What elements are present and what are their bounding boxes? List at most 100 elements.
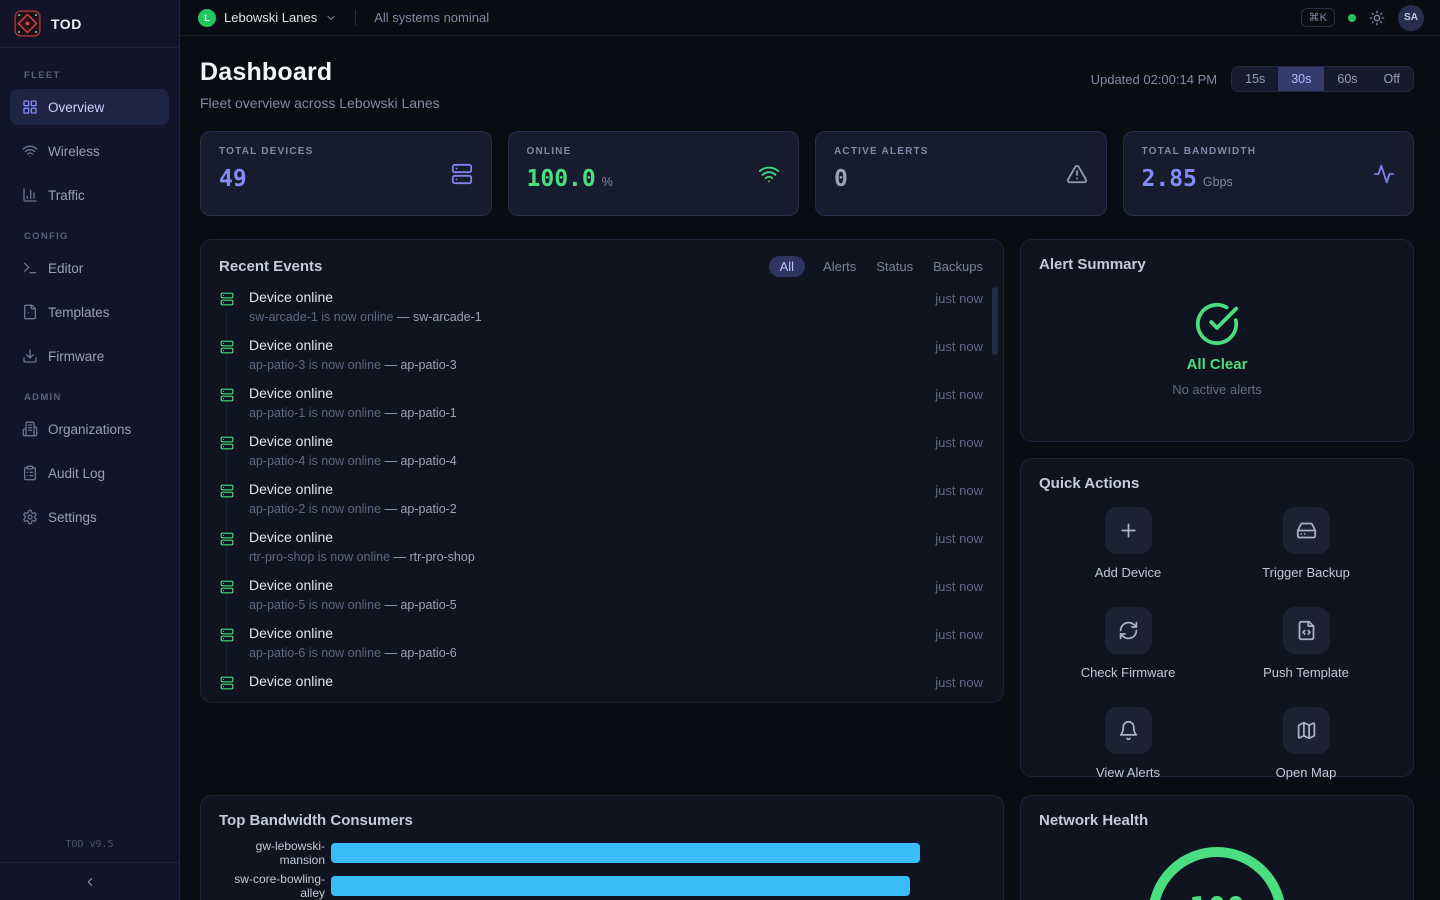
network-health-score: 100 bbox=[1189, 891, 1245, 900]
quick-action-check-firmware[interactable]: Check Firmware bbox=[1039, 607, 1217, 680]
system-status-text: All systems nominal bbox=[374, 10, 489, 25]
event-subtitle: ap-patio-4 is now online — ap-patio-4 bbox=[249, 454, 985, 468]
sidebar-item-wireless[interactable]: Wireless bbox=[10, 133, 169, 169]
quick-action-trigger-backup[interactable]: Trigger Backup bbox=[1217, 507, 1395, 580]
user-avatar[interactable]: SA bbox=[1398, 5, 1424, 31]
chevron-left-icon bbox=[83, 875, 97, 889]
stat-label: ACTIVE ALERTS bbox=[834, 146, 1088, 157]
refresh-icon bbox=[1118, 620, 1139, 641]
gear-icon bbox=[22, 509, 38, 525]
events-tab-alerts[interactable]: Alerts bbox=[821, 256, 858, 277]
bar-chart-icon bbox=[22, 187, 38, 203]
sidebar-item-editor[interactable]: Editor bbox=[10, 250, 169, 286]
server-icon bbox=[219, 483, 235, 499]
event-title: Device online bbox=[249, 625, 985, 641]
quick-action-open-map[interactable]: Open Map bbox=[1217, 707, 1395, 780]
quick-action-label: Push Template bbox=[1263, 665, 1349, 680]
stat-value: 0 bbox=[834, 166, 848, 192]
server-icon bbox=[219, 531, 235, 547]
event-time: just now bbox=[935, 675, 983, 690]
quick-actions-panel: Quick Actions Add Device Trigger Backup … bbox=[1020, 458, 1414, 777]
event-row: Device online rtr-pro-shop is now online… bbox=[219, 529, 985, 577]
refresh-option-30s[interactable]: 30s bbox=[1278, 67, 1324, 91]
server-icon bbox=[219, 435, 235, 451]
sun-icon[interactable] bbox=[1369, 10, 1385, 26]
sidebar-section-config: CONFIG Editor Templates Firmware bbox=[10, 221, 169, 374]
stat-card-total-bandwidth: TOTAL BANDWIDTH 2.85 Gbps bbox=[1123, 131, 1415, 216]
stat-label: TOTAL BANDWIDTH bbox=[1142, 146, 1396, 157]
building-icon bbox=[22, 421, 38, 437]
events-scrollbar[interactable] bbox=[992, 287, 998, 355]
event-row: Device online ap-patio-2 is now online —… bbox=[219, 481, 985, 529]
quick-action-label: Trigger Backup bbox=[1262, 565, 1350, 580]
sidebar-section-admin: ADMIN Organizations Audit Log Settings bbox=[10, 382, 169, 535]
logo-row: TOD bbox=[0, 0, 179, 48]
alert-status-text: All Clear bbox=[1187, 356, 1248, 373]
page-subtitle: Fleet overview across Lebowski Lanes bbox=[200, 95, 440, 111]
grid-icon bbox=[22, 99, 38, 115]
stat-card-total-devices: TOTAL DEVICES 49 bbox=[200, 131, 492, 216]
network-health-panel: Network Health 100 bbox=[1020, 795, 1414, 900]
event-title: Device online bbox=[249, 673, 985, 689]
bandwidth-device-label: gw-lebowski-mansion bbox=[219, 839, 331, 867]
sidebar-collapse-button[interactable] bbox=[0, 862, 179, 900]
refresh-option-15s[interactable]: 15s bbox=[1232, 67, 1278, 91]
event-row: Device online sw-arcade-1 is now online … bbox=[219, 289, 985, 337]
sidebar-footer: TOD v9.5 bbox=[0, 829, 179, 900]
quick-action-push-template[interactable]: Push Template bbox=[1217, 607, 1395, 680]
events-tab-all[interactable]: All bbox=[769, 256, 805, 277]
app-root: TOD FLEET Overview Wireless Traffic CONF… bbox=[0, 0, 1440, 900]
server-icon bbox=[219, 675, 235, 691]
event-time: just now bbox=[935, 339, 983, 354]
quick-action-view-alerts[interactable]: View Alerts bbox=[1039, 707, 1217, 780]
app-name: TOD bbox=[51, 16, 82, 32]
activity-icon bbox=[1373, 163, 1395, 185]
event-row: Device online ap-patio-5 is now online —… bbox=[219, 577, 985, 625]
server-icon bbox=[451, 163, 473, 185]
sidebar-item-overview[interactable]: Overview bbox=[10, 89, 169, 125]
event-title: Device online bbox=[249, 433, 985, 449]
recent-events-panel: Recent Events All Alerts Status Backups Dev… bbox=[200, 239, 1004, 703]
plus-icon bbox=[1118, 520, 1139, 541]
org-name: Lebowski Lanes bbox=[224, 10, 317, 25]
hard-drive-icon bbox=[1296, 520, 1317, 541]
event-title: Device online bbox=[249, 481, 985, 497]
event-row: Device online ap-patio-6 is now online —… bbox=[219, 625, 985, 673]
file-code-icon bbox=[1296, 620, 1317, 641]
command-palette-button[interactable]: ⌘K bbox=[1301, 8, 1335, 27]
clipboard-icon bbox=[22, 465, 38, 481]
quick-action-label: Add Device bbox=[1095, 565, 1161, 580]
terminal-icon bbox=[22, 260, 38, 276]
stat-unit: % bbox=[602, 175, 613, 189]
recent-events-title: Recent Events bbox=[219, 258, 322, 275]
quick-action-label: Open Map bbox=[1276, 765, 1337, 780]
event-subtitle: ap-patio-3 is now online — ap-patio-3 bbox=[249, 358, 985, 372]
quick-action-add-device[interactable]: Add Device bbox=[1039, 507, 1217, 580]
refresh-option-60s[interactable]: 60s bbox=[1324, 67, 1370, 91]
stat-label: ONLINE bbox=[527, 146, 781, 157]
org-avatar: L bbox=[198, 9, 216, 27]
refresh-interval-control: 15s30s60sOff bbox=[1231, 66, 1414, 92]
sidebar-item-templates[interactable]: Templates bbox=[10, 294, 169, 330]
sidebar-item-organizations[interactable]: Organizations bbox=[10, 411, 169, 447]
org-switcher[interactable]: L Lebowski Lanes bbox=[198, 9, 337, 27]
bandwidth-device-label: sw-core-bowling-alley bbox=[219, 872, 331, 900]
connection-status-dot bbox=[1348, 14, 1356, 22]
sidebar-item-firmware[interactable]: Firmware bbox=[10, 338, 169, 374]
sidebar-item-audit-log[interactable]: Audit Log bbox=[10, 455, 169, 491]
bandwidth-bar bbox=[331, 876, 910, 896]
page-header: Dashboard Fleet overview across Lebowski… bbox=[200, 58, 1414, 111]
sidebar-nav: FLEET Overview Wireless Traffic CONFIG E… bbox=[0, 48, 179, 829]
refresh-option-off[interactable]: Off bbox=[1371, 67, 1413, 91]
updated-timestamp: Updated 02:00:14 PM bbox=[1091, 72, 1217, 87]
sidebar-section-label: FLEET bbox=[10, 60, 169, 89]
tod-logo-icon bbox=[14, 10, 41, 37]
alert-summary-panel: Alert Summary All Clear No active alerts bbox=[1020, 239, 1414, 442]
server-icon bbox=[219, 579, 235, 595]
server-icon bbox=[219, 339, 235, 355]
events-tab-backups[interactable]: Backups bbox=[931, 256, 985, 277]
sidebar-item-traffic[interactable]: Traffic bbox=[10, 177, 169, 213]
chevron-down-icon bbox=[325, 12, 337, 24]
sidebar-item-settings[interactable]: Settings bbox=[10, 499, 169, 535]
events-tab-status[interactable]: Status bbox=[874, 256, 915, 277]
